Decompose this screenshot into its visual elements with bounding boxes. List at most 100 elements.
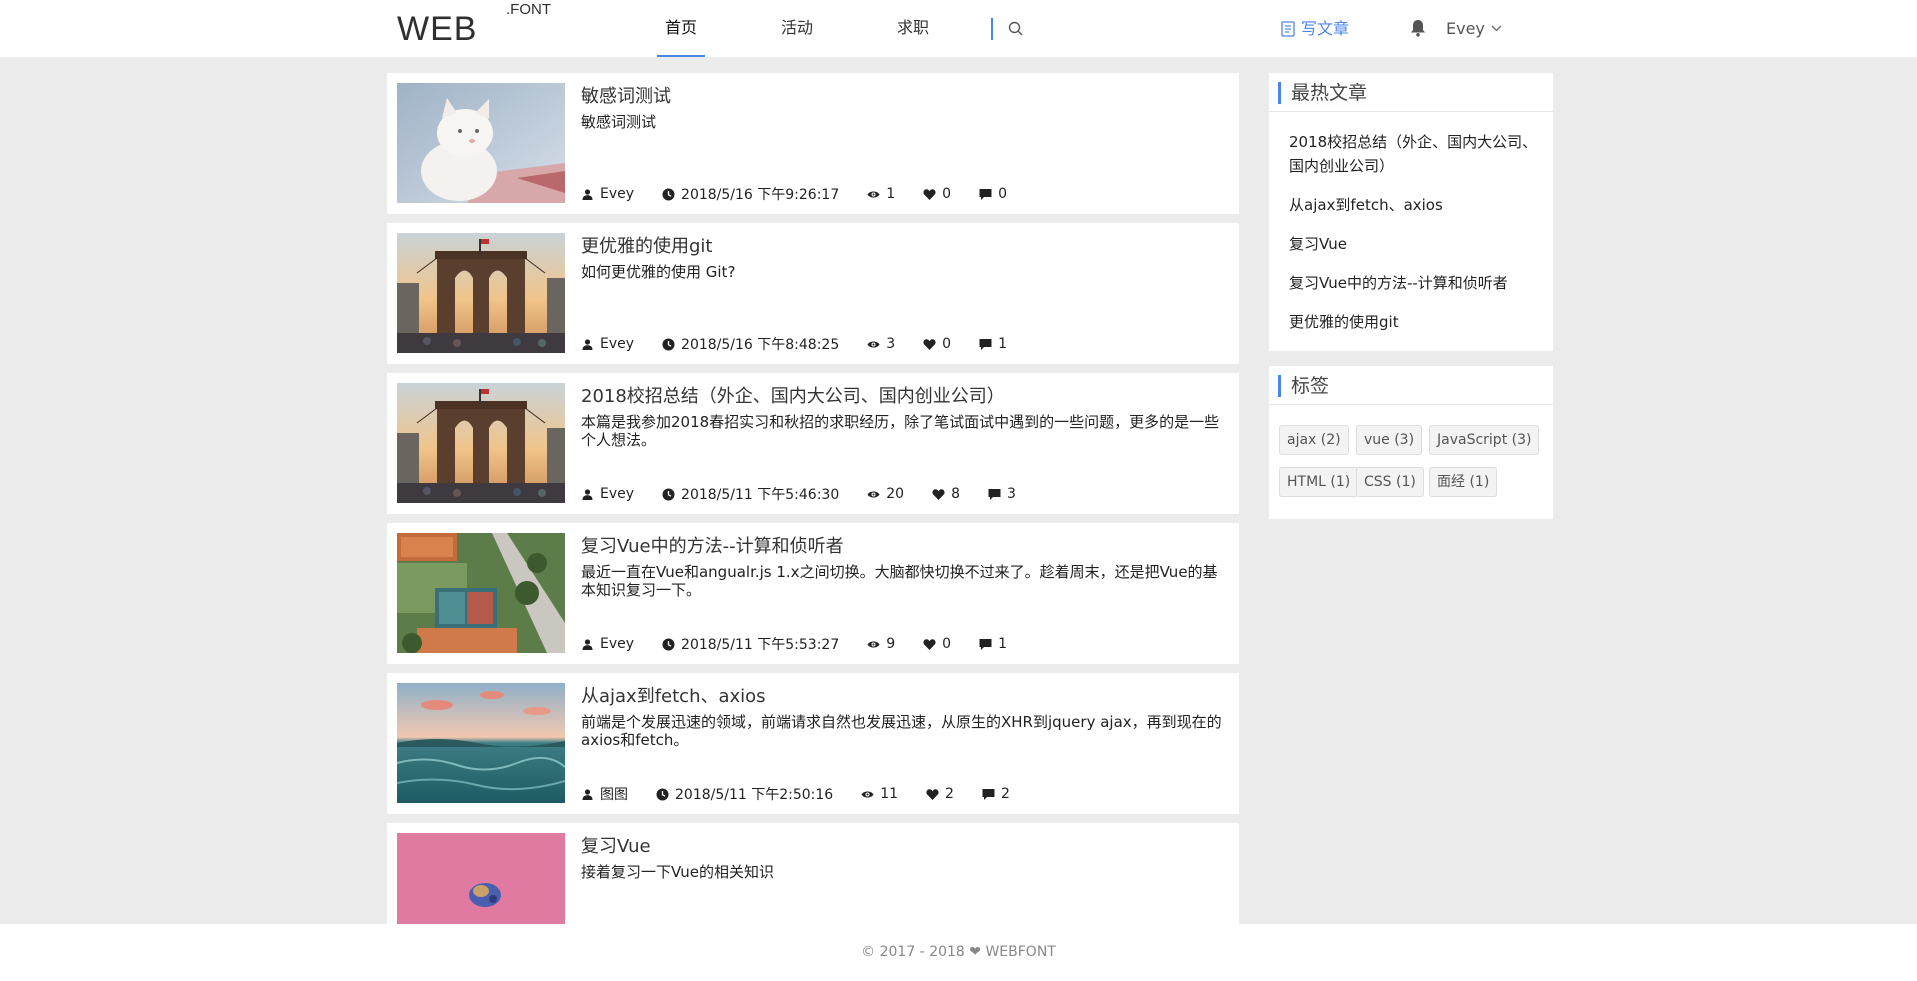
post-author[interactable]: Evey [581, 486, 634, 502]
post-thumbnail[interactable] [397, 683, 565, 803]
post-meta: Evey 2018/5/16 下午9:26:17 1 0 0 [581, 184, 1035, 204]
post-author[interactable]: Evey [581, 186, 634, 202]
hot-article-link[interactable]: 复习Vue [1289, 232, 1551, 256]
post-views: 3 [867, 336, 895, 352]
likes-count: 0 [942, 336, 952, 352]
hot-article-link[interactable]: 从ajax到fetch、axios [1289, 193, 1551, 217]
bell-icon[interactable] [1409, 18, 1427, 38]
post-excerpt: 本篇是我参加2018春招实习和秋招的求职经历，除了笔试面试中遇到的一些问题，更多… [581, 413, 1220, 449]
post-card[interactable]: 2018校招总结（外企、国内大公司、国内创业公司） 本篇是我参加2018春招实习… [387, 373, 1239, 514]
post-thumbnail[interactable] [397, 833, 565, 927]
post-likes[interactable]: 0 [923, 336, 951, 352]
top-navbar: WEB .FONT 首页 活动 求职 写文章 Evey [0, 0, 1917, 57]
post-card[interactable]: 敏感词测试 敏感词测试 Evey 2018/5/16 下午9:26:17 1 0… [387, 73, 1239, 214]
post-comments[interactable]: 0 [979, 186, 1007, 202]
comment-icon [979, 188, 992, 200]
comments-count: 1 [998, 336, 1008, 352]
comments-count: 3 [1007, 486, 1016, 502]
post-title[interactable]: 复习Vue中的方法--计算和侦听者 [581, 532, 1221, 558]
heart-icon [923, 638, 936, 650]
post-title[interactable]: 2018校招总结（外企、国内大公司、国内创业公司） [581, 382, 1221, 408]
views-count: 1 [886, 186, 896, 202]
author-name: Evey [600, 336, 635, 352]
post-thumbnail[interactable] [397, 383, 565, 503]
post-date: 2018/5/11 下午5:46:30 [662, 484, 839, 504]
nav-jobs[interactable]: 求职 [897, 0, 929, 57]
write-article-button[interactable]: 写文章 [1281, 0, 1349, 57]
hot-articles-panel: 最热文章 2018校招总结（外企、国内大公司、国内创业公司） 从ajax到fet… [1269, 73, 1553, 351]
post-author[interactable]: Evey [581, 636, 634, 652]
comment-icon [982, 788, 995, 800]
post-thumbnail[interactable] [397, 83, 565, 203]
clock-icon [662, 488, 675, 500]
post-comments[interactable]: 2 [982, 786, 1010, 802]
post-date: 2018/5/16 下午9:26:17 [662, 184, 839, 204]
hot-article-link[interactable]: 复习Vue中的方法--计算和侦听者 [1289, 271, 1551, 295]
tag-chip[interactable]: 面经 (1) [1429, 467, 1498, 497]
post-excerpt: 敏感词测试 [581, 113, 657, 131]
post-comments[interactable]: 3 [988, 486, 1016, 502]
nav-home[interactable]: 首页 [656, 0, 706, 57]
user-icon [582, 488, 593, 500]
tags-title: 标签 [1269, 366, 1553, 405]
post-title[interactable]: 更优雅的使用git [581, 232, 1221, 258]
user-menu[interactable]: Evey [1446, 0, 1502, 57]
comment-icon [979, 338, 992, 350]
post-views: 9 [867, 636, 895, 652]
post-card[interactable]: 更优雅的使用git 如何更优雅的使用 Git? Evey 2018/5/16 下… [387, 223, 1239, 364]
post-date: 2018/5/11 下午5:53:27 [662, 634, 839, 654]
post-author[interactable]: Evey [581, 336, 634, 352]
views-count: 11 [880, 786, 899, 802]
likes-count: 0 [942, 186, 952, 202]
post-title[interactable]: 从ajax到fetch、axios [581, 682, 1221, 708]
eye-icon [867, 341, 880, 347]
eye-icon [867, 191, 880, 197]
post-likes[interactable]: 0 [923, 636, 951, 652]
hot-article-link[interactable]: 2018校招总结（外企、国内大公司、国内创业公司） [1289, 130, 1551, 178]
tag-chip[interactable]: ajax (2) [1279, 425, 1349, 455]
views-count: 20 [886, 486, 905, 502]
comments-count: 2 [1000, 786, 1010, 802]
post-thumbnail[interactable] [397, 533, 565, 653]
post-meta: Evey 2018/5/16 下午8:48:25 3 0 1 [581, 334, 1035, 354]
post-title[interactable]: 复习Vue [581, 832, 1221, 858]
user-icon [582, 638, 593, 650]
post-likes[interactable]: 2 [926, 786, 954, 802]
date-text: 2018/5/11 下午5:46:30 [681, 487, 840, 503]
tag-chip[interactable]: CSS (1) [1356, 467, 1424, 497]
post-title[interactable]: 敏感词测试 [581, 82, 1221, 108]
nav-events[interactable]: 活动 [781, 0, 813, 57]
user-icon [582, 788, 593, 800]
post-author[interactable]: 图图 [581, 784, 628, 804]
tag-chip[interactable]: vue (3) [1356, 425, 1423, 455]
post-views: 1 [867, 186, 895, 202]
post-excerpt: 接着复习一下Vue的相关知识 [581, 863, 774, 881]
post-likes[interactable]: 0 [923, 186, 951, 202]
post-comments[interactable]: 1 [979, 336, 1007, 352]
hot-article-link[interactable]: 更优雅的使用git [1289, 310, 1551, 334]
heart-icon [923, 188, 936, 200]
date-text: 2018/5/16 下午8:48:25 [681, 337, 840, 353]
search-icon[interactable] [1007, 20, 1025, 38]
views-count: 9 [886, 636, 896, 652]
post-meta: Evey 2018/5/11 下午5:53:27 9 0 1 [581, 634, 1035, 654]
page-footer: © 2017 - 2018 ❤ WEBFONT [0, 924, 1917, 981]
chevron-down-icon [1491, 25, 1502, 32]
tag-chip[interactable]: HTML (1) [1279, 467, 1359, 497]
eye-icon [861, 791, 874, 797]
post-meta: 图图 2018/5/11 下午2:50:16 11 2 2 [581, 784, 1038, 804]
post-likes[interactable]: 8 [932, 486, 960, 502]
post-date: 2018/5/11 下午2:50:16 [656, 784, 833, 804]
likes-count: 8 [951, 486, 960, 502]
likes-count: 2 [945, 786, 954, 802]
tags-panel: 标签 ajax (2) vue (3) JavaScript (3) HTML … [1269, 366, 1553, 519]
post-thumbnail[interactable] [397, 233, 565, 353]
post-comments[interactable]: 1 [979, 636, 1007, 652]
author-name: Evey [600, 486, 635, 502]
footer-copyright: © 2017 - 2018 ❤ WEBFONT [861, 944, 1056, 960]
post-card[interactable]: 复习Vue 接着复习一下Vue的相关知识 [387, 823, 1239, 927]
post-card[interactable]: 从ajax到fetch、axios 前端是个发展迅速的领域，前端请求自然也发展迅… [387, 673, 1239, 814]
post-card[interactable]: 复习Vue中的方法--计算和侦听者 最近一直在Vue和angualr.js 1.… [387, 523, 1239, 664]
tag-chip[interactable]: JavaScript (3) [1429, 425, 1540, 455]
author-name: 图图 [600, 787, 628, 803]
